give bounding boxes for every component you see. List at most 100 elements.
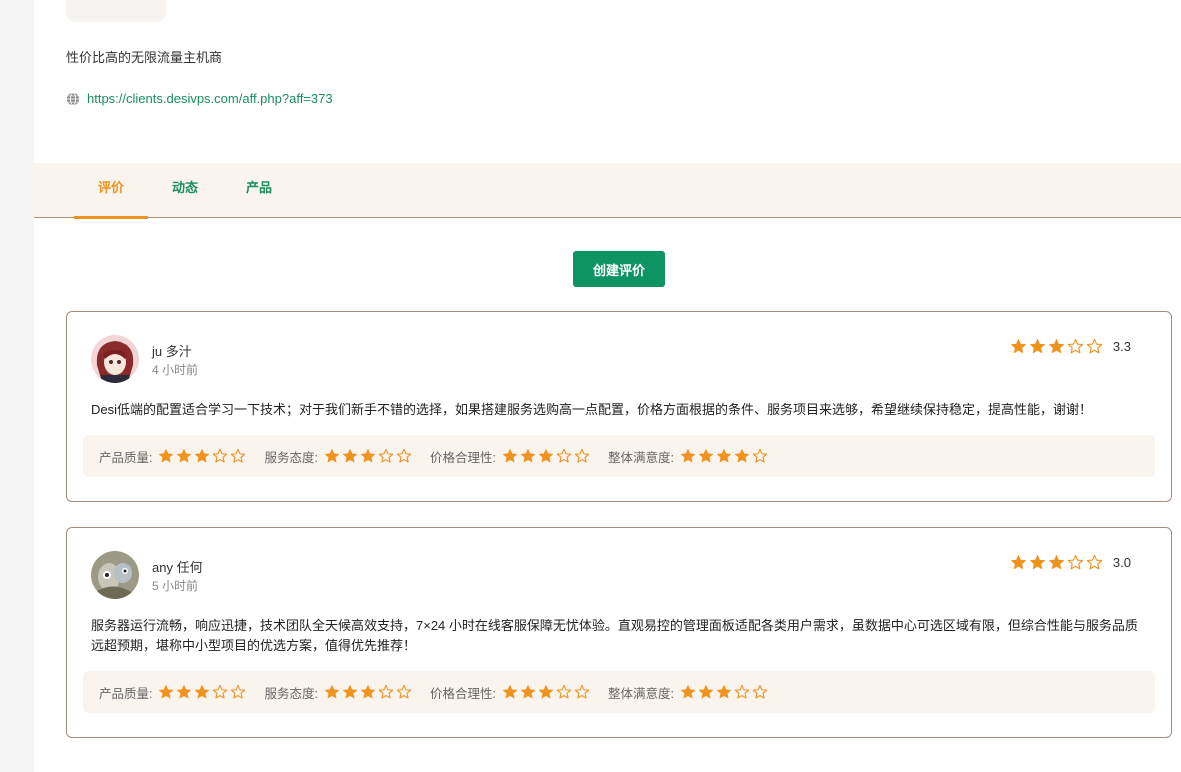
star-rating (502, 448, 590, 464)
reviewer-name: any 任何 (152, 560, 203, 575)
star-empty-icon (231, 684, 246, 699)
star-empty-icon (231, 448, 246, 463)
rating-overall-satisfaction: 整体满意度: (608, 447, 768, 466)
provider-url-row: https://clients.desivps.com/aff.php?aff=… (66, 91, 333, 106)
star-filled-icon (698, 449, 713, 463)
star-filled-icon (360, 449, 375, 463)
star-rating (158, 684, 246, 700)
star-filled-icon (1010, 555, 1026, 570)
avatar[interactable] (91, 335, 139, 383)
star-empty-icon (1086, 554, 1103, 570)
rating-overall-satisfaction: 整体满意度: (608, 683, 768, 702)
tab-bar: 评价 动态 产品 (34, 163, 1181, 219)
star-rating (324, 684, 412, 700)
reviewer-name: ju 多汁 (152, 344, 192, 359)
provider-page: 性价比高的无限流量主机商 https://clients.desivps.com… (34, 0, 1181, 772)
star-empty-icon (556, 684, 572, 699)
review-content: 服务器运行流畅，响应迅捷，技术团队全天候高效支持，7×24 小时在线客服保障无忧… (91, 618, 1138, 653)
star-filled-icon (159, 685, 174, 699)
star-filled-icon (324, 449, 339, 463)
star-filled-icon (520, 449, 535, 463)
star-rating (680, 448, 768, 464)
review-time: 4 小时前 (152, 363, 199, 377)
star-empty-icon (752, 684, 768, 699)
avatar[interactable] (91, 551, 139, 599)
provider-description: 性价比高的无限流量主机商 (66, 50, 223, 65)
review-content: Desi低端的配置适合学习一下技术；对于我们新手不错的选择，如果搭建服务选购高一… (91, 402, 1093, 417)
star-empty-icon (1086, 338, 1103, 354)
tab-updates[interactable]: 动态 (148, 163, 222, 218)
star-filled-icon (716, 449, 731, 463)
star-rating (502, 684, 590, 700)
review-time: 5 小时前 (152, 579, 199, 593)
star-filled-icon (538, 685, 553, 699)
overall-rating: 3.3 (1010, 338, 1131, 355)
rating-score: 3.0 (1112, 555, 1131, 570)
provider-logo (66, 0, 166, 22)
star-empty-icon (556, 448, 572, 463)
review-card: any 任何 5 小时前 3.0 服务器运行流畅，响应迅捷，技术团队全天候高效支… (66, 527, 1172, 738)
star-filled-icon (538, 449, 553, 463)
rating-breakdown: 产品质量: 服务态度: 价格合理性: 整体满意度: (83, 671, 1155, 713)
star-empty-icon (213, 684, 228, 699)
star-filled-icon (342, 449, 357, 463)
star-filled-icon (195, 685, 210, 699)
star-rating (1010, 554, 1103, 571)
rating-label: 产品质量: (99, 686, 153, 701)
star-empty-icon (734, 684, 750, 699)
star-filled-icon (680, 685, 695, 699)
create-review-button[interactable]: 创建评价 (573, 251, 665, 287)
tab-reviews[interactable]: 评价 (74, 163, 148, 219)
rating-label: 服务态度: (264, 686, 318, 701)
star-filled-icon (716, 685, 731, 699)
star-filled-icon (177, 449, 192, 463)
star-empty-icon (396, 448, 412, 463)
rating-label: 整体满意度: (607, 450, 674, 465)
star-rating (680, 684, 768, 700)
rating-product-quality: 产品质量: (99, 683, 246, 702)
star-empty-icon (396, 684, 412, 699)
rating-price: 价格合理性: (430, 447, 590, 466)
rating-label: 服务态度: (264, 450, 318, 465)
rating-breakdown: 产品质量: 服务态度: 价格合理性: 整体满意度: (83, 435, 1155, 477)
rating-service-attitude: 服务态度: (264, 683, 412, 702)
star-filled-icon (1048, 339, 1064, 354)
star-empty-icon (752, 448, 768, 463)
star-filled-icon (680, 449, 695, 463)
star-empty-icon (574, 684, 590, 699)
star-filled-icon (1010, 339, 1026, 354)
rating-label: 整体满意度: (607, 686, 674, 701)
overall-rating: 3.0 (1010, 554, 1131, 571)
tab-products[interactable]: 产品 (222, 163, 296, 218)
star-rating (1010, 338, 1103, 355)
star-rating (324, 448, 412, 464)
rating-service-attitude: 服务态度: (264, 447, 412, 466)
star-filled-icon (502, 449, 517, 463)
globe-icon (66, 91, 80, 106)
rating-label: 价格合理性: (429, 686, 496, 701)
star-filled-icon (177, 685, 192, 699)
review-card: ju 多汁 4 小时前 3.3 Desi低端的配置适合学习一下技术；对于我们新手… (66, 311, 1172, 502)
rating-price: 价格合理性: (430, 683, 590, 702)
star-filled-icon (520, 685, 535, 699)
star-filled-icon (1029, 555, 1045, 570)
star-filled-icon (342, 685, 357, 699)
star-empty-icon (378, 684, 394, 699)
star-filled-icon (324, 685, 339, 699)
star-empty-icon (574, 448, 590, 463)
star-filled-icon (195, 449, 210, 463)
star-filled-icon (734, 449, 749, 463)
rating-label: 价格合理性: (429, 450, 496, 465)
star-empty-icon (378, 448, 394, 463)
rating-score: 3.3 (1112, 339, 1131, 354)
star-empty-icon (213, 448, 228, 463)
star-filled-icon (360, 685, 375, 699)
star-empty-icon (1067, 338, 1084, 354)
rating-product-quality: 产品质量: (99, 447, 246, 466)
star-rating (158, 448, 246, 464)
provider-url-link[interactable]: https://clients.desivps.com/aff.php?aff=… (87, 91, 333, 106)
star-filled-icon (1048, 555, 1064, 570)
rating-label: 产品质量: (99, 450, 153, 465)
star-empty-icon (1067, 554, 1084, 570)
star-filled-icon (159, 449, 174, 463)
